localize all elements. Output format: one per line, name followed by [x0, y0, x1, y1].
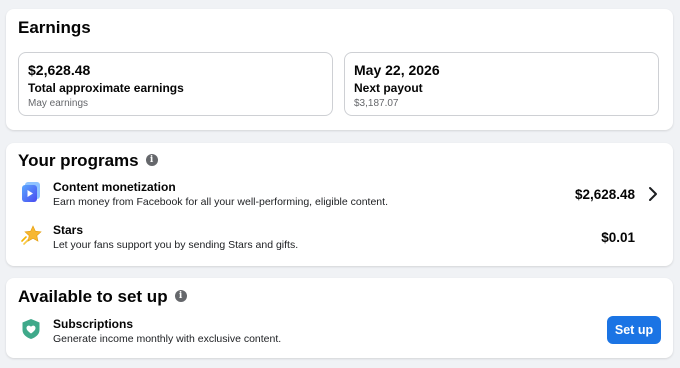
program-amount: $2,628.48: [574, 187, 635, 202]
info-icon[interactable]: i: [174, 289, 187, 302]
setup-item-description: Generate income monthly with exclusive c…: [53, 333, 282, 345]
next-payout-label: Next payout: [354, 81, 423, 95]
chevron-right-icon[interactable]: [648, 186, 658, 202]
earnings-title: Earnings: [18, 18, 91, 37]
info-icon[interactable]: i: [145, 153, 158, 166]
setup-heading: Available to set up i: [18, 287, 187, 307]
setup-title: Available to set up: [18, 287, 168, 306]
program-amount: $0.01: [601, 230, 635, 245]
content-monetization-icon: [22, 182, 40, 202]
program-description: Let your fans support you by sending Sta…: [53, 239, 299, 251]
program-description: Earn money from Facebook for all your we…: [53, 196, 388, 208]
program-title: Stars: [53, 223, 84, 237]
programs-heading: Your programs i: [18, 151, 158, 171]
total-earnings-label: Total approximate earnings: [28, 81, 184, 95]
program-title: Content monetization: [53, 180, 176, 194]
total-earnings-value: $2,628.48: [28, 62, 91, 78]
total-earnings-period: May earnings: [28, 98, 89, 109]
total-earnings-box: $2,628.48 Total approximate earnings May…: [18, 52, 333, 116]
star-icon: [21, 225, 42, 245]
earnings-card: Earnings $2,628.48 Total approximate ear…: [6, 9, 673, 130]
programs-card: Your programs i Content monetization Earn…: [6, 143, 673, 266]
subscriptions-heart-icon: [22, 319, 40, 339]
next-payout-amount: $3,187.07: [354, 98, 399, 109]
set-up-button[interactable]: Set up: [607, 316, 661, 344]
setup-item-title: Subscriptions: [53, 317, 134, 331]
programs-title: Your programs: [18, 151, 139, 170]
setup-card: Available to set up i Subscriptions Gener…: [6, 278, 673, 358]
next-payout-box: May 22, 2026 Next payout $3,187.07: [344, 52, 659, 116]
next-payout-date: May 22, 2026: [354, 62, 440, 78]
